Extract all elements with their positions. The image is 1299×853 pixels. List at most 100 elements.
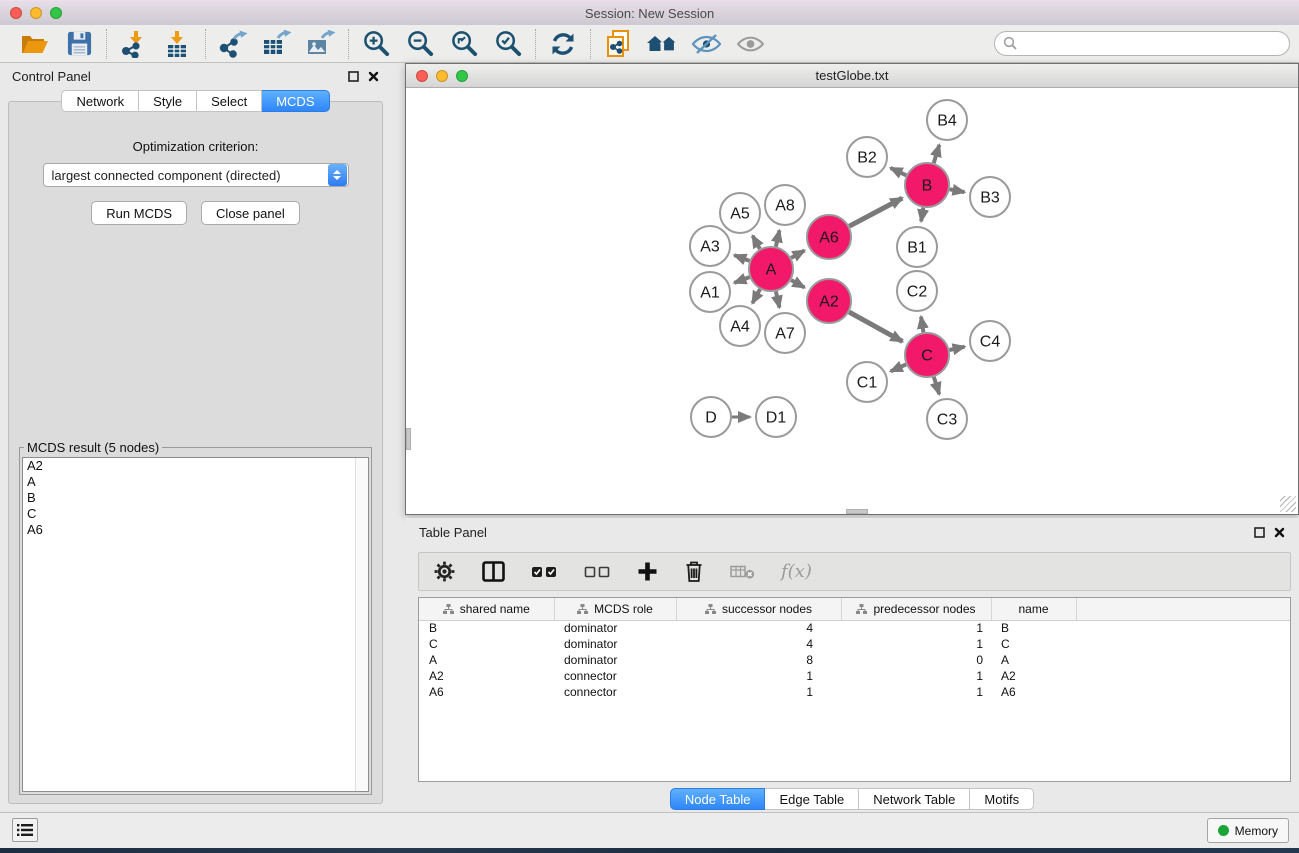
import-table-button[interactable] (161, 28, 195, 60)
list-scrollbar[interactable] (355, 458, 368, 791)
cell-successor-nodes[interactable]: 8 (676, 652, 841, 668)
graph-edge-C-C2[interactable] (921, 317, 923, 333)
close-network-window-button[interactable] (416, 70, 428, 82)
close-panel-icon[interactable] (1274, 527, 1285, 538)
graph-edge-C-C4[interactable] (949, 347, 964, 350)
mcds-result-list[interactable]: A2ABCA6 (22, 457, 369, 792)
column-header-predecessor-nodes[interactable]: predecessor nodes (841, 598, 991, 620)
network-canvas[interactable]: B4B2BB3A5A8A6A3B1AA1C2A2A4A7C4CC1DD1C3 (406, 88, 1298, 514)
column-header-shared-name[interactable]: shared name (419, 598, 554, 620)
show-all-button[interactable] (733, 28, 767, 60)
function-builder-button[interactable]: f(x) (781, 557, 812, 587)
select-all-columns-button[interactable] (531, 557, 558, 587)
tab-style[interactable]: Style (139, 90, 197, 112)
cell-shared-name[interactable]: A6 (419, 684, 554, 700)
cell-shared-name[interactable]: B (419, 620, 554, 636)
apply-layout-button[interactable] (546, 28, 580, 60)
mcds-result-item[interactable]: A2 (23, 458, 368, 474)
cell-name[interactable]: A (991, 652, 1076, 668)
search-input[interactable] (994, 31, 1290, 56)
minimize-window-button[interactable] (30, 7, 42, 19)
mcds-result-item[interactable]: A (23, 474, 368, 490)
cell-MCDS-role[interactable]: dominator (554, 620, 676, 636)
graph-edge-A-A8[interactable] (776, 230, 780, 246)
table-row[interactable]: A6connector11A6 (419, 684, 1290, 700)
zoom-selected-button[interactable] (491, 28, 525, 60)
column-header-MCDS-role[interactable]: MCDS role (554, 598, 676, 620)
export-table-button[interactable] (260, 28, 294, 60)
table-row[interactable]: Adominator80A (419, 652, 1290, 668)
cell-MCDS-role[interactable]: connector (554, 668, 676, 684)
cell-predecessor-nodes[interactable]: 0 (841, 652, 991, 668)
table-row[interactable]: Bdominator41B (419, 620, 1290, 636)
tab-mcds[interactable]: MCDS (262, 90, 329, 112)
tab-node-table[interactable]: Node Table (670, 788, 766, 810)
open-session-button[interactable] (18, 28, 52, 60)
graph-edge-A-A2[interactable] (791, 280, 804, 287)
mcds-result-item[interactable]: C (23, 506, 368, 522)
graph-edge-B-B1[interactable] (921, 208, 923, 222)
delete-column-button[interactable] (684, 557, 704, 587)
task-history-button[interactable] (12, 818, 38, 842)
float-panel-icon[interactable] (1254, 527, 1265, 538)
export-network-button[interactable] (216, 28, 250, 60)
graph-edge-B-B2[interactable] (891, 168, 907, 175)
tab-motifs[interactable]: Motifs (970, 788, 1034, 810)
graph-edge-C-C1[interactable] (891, 364, 906, 371)
delete-table-button[interactable] (730, 557, 755, 587)
cell-predecessor-nodes[interactable]: 1 (841, 684, 991, 700)
cell-shared-name[interactable]: A2 (419, 668, 554, 684)
graph-edge-A-A6[interactable] (791, 251, 804, 258)
graph-edge-A2-C[interactable] (849, 312, 902, 341)
cell-successor-nodes[interactable]: 1 (676, 684, 841, 700)
graph-edge-A-A3[interactable] (734, 255, 749, 261)
save-session-button[interactable] (62, 28, 96, 60)
cell-name[interactable]: C (991, 636, 1076, 652)
create-column-button[interactable] (637, 557, 658, 587)
cell-shared-name[interactable]: C (419, 636, 554, 652)
cell-successor-nodes[interactable]: 4 (676, 620, 841, 636)
close-panel-button[interactable]: Close panel (201, 201, 300, 225)
zoom-fit-button[interactable] (447, 28, 481, 60)
cell-MCDS-role[interactable]: dominator (554, 636, 676, 652)
graph-edge-A-A7[interactable] (776, 291, 780, 307)
export-image-button[interactable] (304, 28, 338, 60)
mcds-result-item[interactable]: A6 (23, 522, 368, 538)
window-resize-grip[interactable] (1280, 496, 1296, 512)
float-panel-icon[interactable] (348, 71, 359, 82)
first-neighbors-button[interactable] (645, 28, 679, 60)
graph-edge-A6-B[interactable] (849, 198, 902, 226)
graph-edge-A-A5[interactable] (753, 236, 760, 249)
hide-selected-button[interactable] (689, 28, 723, 60)
cell-successor-nodes[interactable]: 1 (676, 668, 841, 684)
cell-name[interactable]: A6 (991, 684, 1076, 700)
table-row[interactable]: Cdominator41C (419, 636, 1290, 652)
deselect-all-columns-button[interactable] (584, 557, 611, 587)
column-header-successor-nodes[interactable]: successor nodes (676, 598, 841, 620)
import-network-button[interactable] (117, 28, 151, 60)
zoom-network-window-button[interactable] (456, 70, 468, 82)
network-horizontal-scrollbar[interactable] (846, 509, 868, 514)
new-network-from-selection-button[interactable] (601, 28, 635, 60)
table-row[interactable]: A2connector11A2 (419, 668, 1290, 684)
tab-select[interactable]: Select (197, 90, 262, 112)
memory-button[interactable]: Memory (1207, 818, 1289, 843)
cell-shared-name[interactable]: A (419, 652, 554, 668)
column-header-name[interactable]: name (991, 598, 1076, 620)
zoom-out-button[interactable] (403, 28, 437, 60)
network-graph[interactable]: B4B2BB3A5A8A6A3B1AA1C2A2A4A7C4CC1DD1C3 (406, 88, 1298, 514)
cell-MCDS-role[interactable]: dominator (554, 652, 676, 668)
cell-name[interactable]: B (991, 620, 1076, 636)
run-mcds-button[interactable]: Run MCDS (91, 201, 187, 225)
tab-edge-table[interactable]: Edge Table (765, 788, 859, 810)
zoom-window-button[interactable] (50, 7, 62, 19)
toggle-column-panel-button[interactable] (482, 557, 505, 587)
graph-edge-A-A4[interactable] (752, 289, 760, 303)
tab-network[interactable]: Network (61, 90, 139, 112)
cell-successor-nodes[interactable]: 4 (676, 636, 841, 652)
mcds-result-item[interactable]: B (23, 490, 368, 506)
tab-network-table[interactable]: Network Table (859, 788, 970, 810)
graph-edge-C-C3[interactable] (934, 377, 939, 394)
zoom-in-button[interactable] (359, 28, 393, 60)
criterion-select[interactable]: largest connected component (directed) (43, 163, 349, 187)
